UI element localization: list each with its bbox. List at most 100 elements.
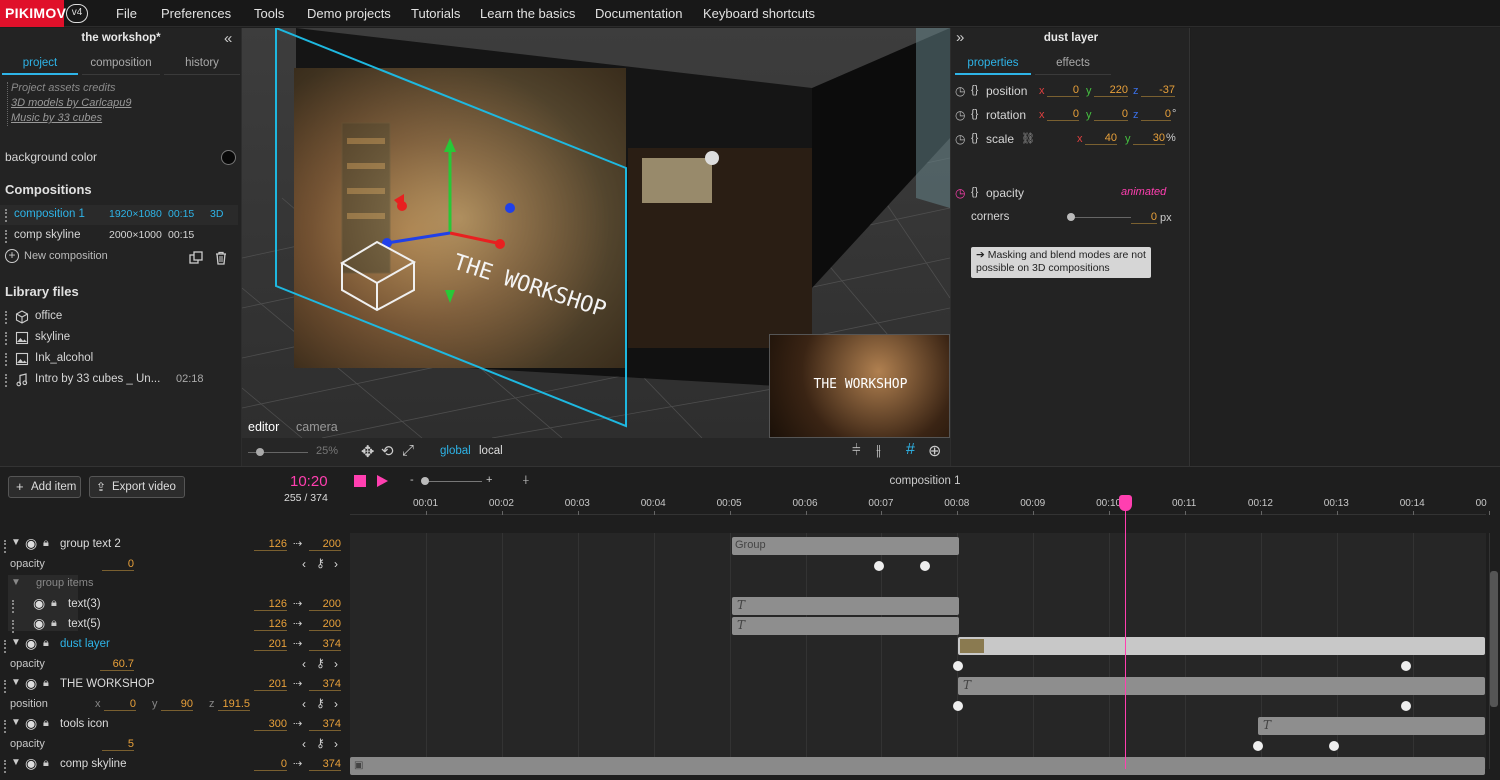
expression-braces-icon[interactable]: {}	[971, 108, 978, 120]
library-item[interactable]: office	[0, 308, 238, 327]
prev-keyframe-icon[interactable]: ‹	[302, 697, 306, 711]
position-x-input[interactable]: 0	[104, 698, 136, 711]
keyframe-marker[interactable]	[1401, 701, 1411, 711]
layer-start-input[interactable]: 300	[254, 718, 287, 731]
keyframe-marker[interactable]	[953, 701, 963, 711]
credit-link-music[interactable]: Music by 33 cubes	[11, 112, 102, 124]
expand-triangle-icon[interactable]: ▼	[11, 757, 21, 768]
zoom-slider-handle[interactable]	[256, 448, 264, 456]
eye-icon[interactable]: ◉	[25, 635, 37, 652]
lock-icon[interactable]: 🔒︎	[43, 717, 49, 730]
layer-start-input[interactable]: 201	[254, 638, 287, 651]
keyframe-key-icon[interactable]: ⚷	[316, 656, 325, 670]
zoom-out-icon[interactable]: -	[410, 474, 414, 486]
scale-tool-icon[interactable]: ⤢	[402, 442, 414, 459]
composition-row[interactable]: comp skyline 2000×1000 00:15	[0, 226, 238, 246]
layer-start-input[interactable]: 201	[254, 678, 287, 691]
add-item-button[interactable]: + Add item	[8, 476, 81, 498]
stop-icon[interactable]	[354, 475, 366, 487]
next-keyframe-icon[interactable]: ›	[334, 737, 338, 751]
snap-icon[interactable]: ⍭	[522, 472, 530, 488]
keyframe-marker[interactable]	[953, 661, 963, 671]
lock-icon[interactable]: 🔒︎	[43, 537, 49, 550]
eye-icon[interactable]: ◉	[33, 615, 45, 632]
menu-tools[interactable]: Tools	[254, 0, 284, 27]
tab-camera[interactable]: camera	[296, 420, 338, 434]
clip-tools-icon[interactable]: T	[1258, 717, 1485, 735]
menu-preferences[interactable]: Preferences	[161, 0, 231, 27]
position-z-input[interactable]: -37	[1141, 84, 1175, 97]
layer-end-input[interactable]: 374	[309, 638, 341, 651]
menu-documentation[interactable]: Documentation	[595, 0, 682, 27]
expression-braces-icon[interactable]: {}	[971, 132, 978, 144]
corners-input[interactable]: 0	[1131, 211, 1157, 224]
library-item[interactable]: Intro by 33 cubes _ Un... 02:18	[0, 371, 238, 390]
clip-dust-layer[interactable]	[958, 637, 1485, 655]
layer-start-input[interactable]: 126	[254, 598, 287, 611]
tab-composition[interactable]: composition	[82, 53, 160, 75]
menu-learn-the-basics[interactable]: Learn the basics	[480, 0, 575, 27]
keyframe-clock-icon-active[interactable]: ◷	[955, 186, 965, 200]
rotation-y-input[interactable]: 0	[1094, 108, 1128, 121]
3d-viewport[interactable]: THE WORKSHOP THE WORKSHOP editor camera	[242, 28, 950, 438]
keyframe-clock-icon[interactable]: ◷	[955, 84, 965, 98]
layer-name[interactable]: tools icon	[60, 718, 109, 730]
layer-end-input[interactable]: 200	[309, 618, 341, 631]
tab-history[interactable]: history	[164, 53, 240, 75]
keyframe-key-icon[interactable]: ⚷	[316, 736, 325, 750]
position-y-input[interactable]: 220	[1094, 84, 1128, 97]
property-value-input[interactable]: 0	[102, 558, 134, 571]
eye-icon[interactable]: ◉	[25, 715, 37, 732]
layer-name[interactable]: text(5)	[68, 618, 101, 630]
layer-name[interactable]: text(3)	[68, 598, 101, 610]
library-item[interactable]: skyline	[0, 329, 238, 348]
play-icon[interactable]	[375, 474, 389, 488]
globe-icon[interactable]: ⊕	[928, 441, 941, 461]
drag-handle-icon[interactable]	[4, 640, 7, 653]
menu-file[interactable]: File	[116, 0, 137, 27]
keyframe-marker[interactable]	[1329, 741, 1339, 751]
expand-triangle-icon[interactable]: ▼	[11, 577, 21, 588]
position-y-input[interactable]: 90	[161, 698, 193, 711]
menu-keyboard-shortcuts[interactable]: Keyboard shortcuts	[703, 0, 815, 27]
layer-name[interactable]: dust layer	[60, 638, 110, 650]
tab-properties[interactable]: properties	[955, 53, 1031, 75]
lock-icon[interactable]: 🔒︎	[51, 597, 57, 610]
position-x-input[interactable]: 0	[1047, 84, 1079, 97]
align-vertical-icon[interactable]: ⫲	[876, 442, 881, 459]
keyframe-marker[interactable]	[920, 561, 930, 571]
eye-icon[interactable]: ◉	[25, 755, 37, 772]
timeline-zoom-handle[interactable]	[421, 477, 429, 485]
eye-icon[interactable]: ◉	[25, 535, 37, 552]
drag-handle-icon[interactable]	[4, 680, 7, 693]
lock-icon[interactable]: 🔒︎	[51, 617, 57, 630]
lock-icon[interactable]: 🔒︎	[43, 757, 49, 770]
composition-row-active[interactable]: composition 1 1920×1080 00:15 3D	[0, 205, 238, 225]
rotation-x-input[interactable]: 0	[1047, 108, 1079, 121]
timeline-zoom-slider[interactable]	[422, 481, 482, 482]
layer-end-input[interactable]: 374	[309, 758, 341, 771]
keyframe-marker[interactable]	[874, 561, 884, 571]
collapse-right-icon[interactable]: »	[956, 29, 964, 46]
property-value-input[interactable]: 60.7	[100, 658, 134, 671]
library-item[interactable]: Ink_alcohol	[0, 350, 238, 369]
drag-handle-icon[interactable]	[12, 620, 15, 633]
menu-demo-projects[interactable]: Demo projects	[307, 0, 391, 27]
rotation-z-input[interactable]: 0	[1141, 108, 1171, 121]
space-global-toggle[interactable]: global	[440, 445, 471, 457]
lock-icon[interactable]: 🔒︎	[43, 637, 49, 650]
preview-thumbnail[interactable]: THE WORKSHOP	[769, 334, 950, 438]
export-video-button[interactable]: ⇪ Export video	[89, 476, 185, 498]
next-keyframe-icon[interactable]: ›	[334, 657, 338, 671]
layer-name[interactable]: comp skyline	[60, 758, 126, 770]
clip-text-3[interactable]: T	[732, 597, 959, 615]
link-icon[interactable]: ⛓	[1021, 132, 1035, 145]
playhead-handle[interactable]	[1118, 495, 1132, 511]
zoom-in-icon[interactable]: +	[486, 474, 492, 486]
background-color-swatch[interactable]	[221, 150, 236, 165]
tab-editor[interactable]: editor	[248, 420, 279, 434]
expand-triangle-icon[interactable]: ▼	[11, 537, 21, 548]
keyframe-marker[interactable]	[1401, 661, 1411, 671]
scale-x-input[interactable]: 40	[1085, 132, 1117, 145]
plus-circle-icon[interactable]: +	[5, 249, 19, 263]
